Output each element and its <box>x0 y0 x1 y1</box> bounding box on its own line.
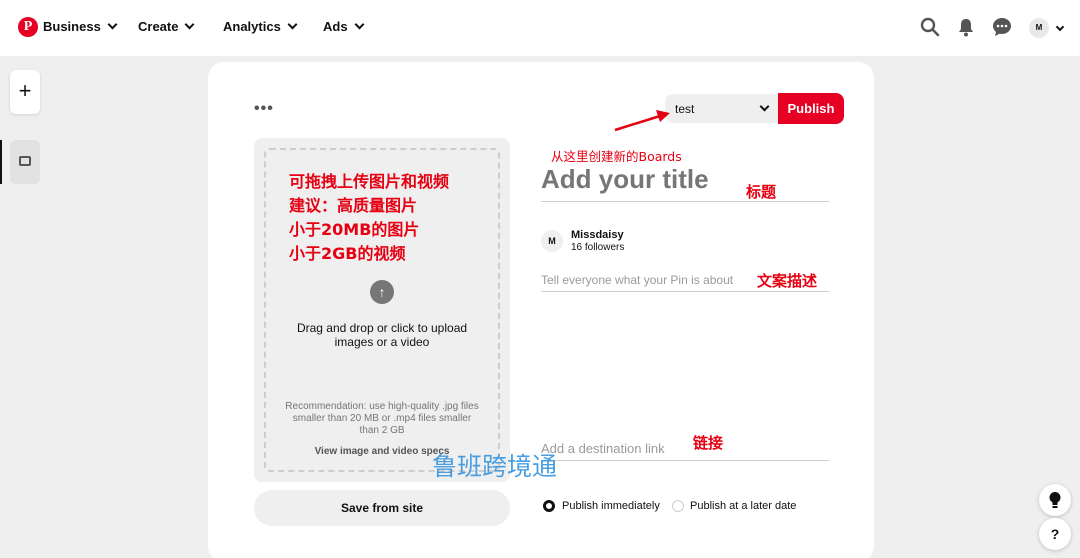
annotation-arrow-icon <box>614 110 670 132</box>
annotation-upload: 可拖拽上传图片和视频 建议：高质量图片 小于20MB的图片 小于2GB的视频 <box>289 170 449 266</box>
pin-builder-card: ••• test Publish ↑ Drag and drop or clic… <box>208 62 874 558</box>
messages-icon[interactable] <box>991 16 1013 38</box>
publish-later-label[interactable]: Publish at a later date <box>690 500 796 512</box>
publish-immediately-radio[interactable] <box>543 500 555 512</box>
nav-business[interactable]: Business <box>43 19 118 34</box>
annotation-upload-line: 小于20MB的图片 <box>289 220 420 239</box>
upload-recommendation: Recommendation: use high-quality .jpg fi… <box>285 401 479 436</box>
nav-create-label: Create <box>138 19 179 34</box>
selected-indicator <box>0 140 2 184</box>
nav-analytics[interactable]: Analytics <box>223 19 298 34</box>
upload-arrow-icon: ↑ <box>370 280 394 304</box>
annotation-description: 文案描述 <box>757 272 818 290</box>
destination-link-input[interactable]: Add a destination link <box>541 441 665 456</box>
account-avatar[interactable]: M <box>1029 18 1049 38</box>
chevron-down-icon <box>287 19 298 30</box>
annotation-boards: 从这里创建新的Boards <box>551 149 682 164</box>
help-button[interactable]: ? <box>1039 518 1071 550</box>
user-name: Missdaisy <box>571 229 624 241</box>
board-select-value: test <box>675 102 695 116</box>
more-options-button[interactable]: ••• <box>254 100 274 118</box>
nav-create[interactable]: Create <box>138 19 195 34</box>
draft-pin-thumbnail[interactable] <box>10 140 40 184</box>
chevron-down-icon <box>185 19 195 30</box>
user-followers: 16 followers <box>571 242 625 253</box>
account-chevron-down-icon[interactable] <box>1055 22 1065 32</box>
annotation-upload-line: 小于2GB的视频 <box>289 244 406 263</box>
annotation-title: 标题 <box>746 183 777 201</box>
publish-immediately-label[interactable]: Publish immediately <box>562 500 660 512</box>
pinterest-logo[interactable]: P <box>18 17 38 37</box>
board-select[interactable]: test <box>665 94 778 123</box>
annotation-link: 链接 <box>693 434 724 452</box>
tips-lightbulb-button[interactable] <box>1039 484 1071 516</box>
nav-ads[interactable]: Ads <box>323 19 365 34</box>
annotation-upload-line: 可拖拽上传图片和视频 <box>289 172 450 191</box>
chevron-down-icon <box>759 101 770 112</box>
notifications-bell-icon[interactable] <box>955 16 977 38</box>
upload-instructions: Drag and drop or click to upload images … <box>296 321 468 349</box>
title-input[interactable]: Add your title <box>541 164 709 195</box>
search-icon[interactable] <box>919 16 941 38</box>
add-pin-button[interactable]: + <box>10 70 40 114</box>
nav-ads-label: Ads <box>323 19 348 34</box>
lightbulb-icon <box>1049 492 1061 508</box>
link-underline <box>541 460 829 461</box>
chevron-down-icon <box>107 19 118 30</box>
publish-later-radio[interactable] <box>672 500 684 512</box>
chevron-down-icon <box>354 19 365 30</box>
publish-button[interactable]: Publish <box>778 93 844 124</box>
nav-analytics-label: Analytics <box>223 19 281 34</box>
watermark: 鲁班跨境通 <box>432 452 558 481</box>
description-input[interactable]: Tell everyone what your Pin is about <box>541 273 733 287</box>
image-icon <box>19 156 31 166</box>
nav-business-label: Business <box>43 19 101 34</box>
logo-letter: P <box>23 19 33 34</box>
save-from-site-button[interactable]: Save from site <box>254 490 510 526</box>
annotation-upload-line: 建议：高质量图片 <box>289 196 418 215</box>
user-avatar: M <box>541 230 563 252</box>
description-underline <box>541 291 829 292</box>
title-underline <box>541 201 829 202</box>
top-navigation: P Business Create Analytics Ads M <box>0 0 1080 56</box>
